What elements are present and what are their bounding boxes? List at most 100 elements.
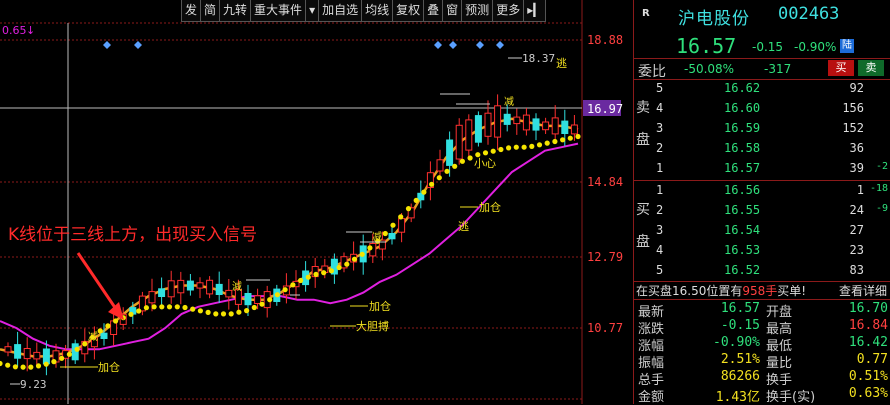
annotation-text: K线位于三线上方，出现买入信号 [8, 225, 257, 245]
ma-dot [336, 264, 342, 271]
ask-row[interactable]: 2 16.58 36 [654, 141, 890, 161]
candle-body[interactable] [398, 218, 406, 233]
candle-body[interactable] [167, 280, 175, 298]
candle-body[interactable] [254, 295, 262, 304]
candle-body[interactable] [474, 115, 482, 143]
bid-row[interactable]: 3 16.54 27 [654, 223, 890, 243]
kline-svg[interactable]: 18.88 16.97 14.84 12.79 10.77 0.65 ↓ 18.… [0, 0, 633, 404]
stats-row: 涨跌 -0.15 最高 16.84 [638, 318, 888, 337]
toolbar-btn-forecast[interactable]: 预测 [461, 0, 494, 22]
ma-dot [290, 282, 296, 288]
candle-body[interactable] [513, 116, 521, 125]
candle-body[interactable] [177, 279, 185, 294]
candle-body[interactable] [186, 280, 194, 291]
bid-row[interactable]: 2 16.55 24 -9 [654, 203, 890, 223]
candle-body[interactable] [158, 288, 166, 297]
candle-body[interactable] [42, 348, 50, 365]
signal-label: 大胆搏 [356, 319, 389, 333]
ask-side-label: 卖盘 [636, 100, 650, 148]
r-mark: R [642, 8, 650, 19]
ask-row[interactable]: 1 16.57 39 -2 [654, 161, 890, 181]
ma-dot [321, 270, 327, 276]
candle-body[interactable] [215, 283, 223, 295]
ask-book: 卖盘 5 16.62 92 4 16.60 156 3 16.59 152 2 16.58 36… [634, 79, 890, 179]
candle-body[interactable] [522, 114, 530, 131]
bid-row[interactable]: 1 16.56 1 -18 [654, 183, 890, 203]
ma-dot [328, 268, 334, 274]
candle-body[interactable] [436, 159, 444, 172]
toolbar-btn-adjust[interactable]: 复权 [392, 0, 425, 22]
ma-dot [282, 287, 288, 293]
candle-body[interactable] [542, 121, 550, 131]
toolbar-btn-fa[interactable]: 发 [181, 0, 202, 22]
candle-body[interactable] [503, 113, 511, 125]
ask-row[interactable]: 3 16.59 152 [654, 121, 890, 141]
candle-body[interactable] [532, 118, 540, 131]
ma-dot [43, 361, 49, 367]
candle-body[interactable] [148, 291, 156, 304]
low-label: 9.23 [20, 378, 47, 391]
indicator-value: 0.65 [2, 24, 27, 37]
toolbar-collapse-icon[interactable]: ▸▎ [523, 0, 547, 22]
candle-body[interactable] [446, 139, 454, 166]
ma-dot [305, 274, 311, 280]
high-label: 18.37 [522, 52, 555, 65]
toolbar-btn-overlay[interactable]: 叠 [423, 0, 444, 22]
candle-body[interactable] [570, 124, 578, 135]
ma-dot [82, 341, 88, 347]
ask-row[interactable]: 5 16.62 92 [654, 81, 890, 101]
toolbar-btn-ma[interactable]: 均线 [361, 0, 394, 22]
signal-label: 加仓 [479, 200, 501, 214]
bid-row[interactable]: 4 16.53 23 [654, 243, 890, 263]
candle-body[interactable] [4, 346, 12, 353]
buy-button[interactable]: 买 [828, 60, 854, 76]
candle-body[interactable] [225, 289, 233, 298]
candle-body[interactable] [206, 279, 214, 295]
ma-dot [382, 230, 388, 237]
candle-body[interactable] [196, 282, 204, 289]
ma-dot [182, 304, 188, 311]
signal-label: 減 [232, 280, 242, 293]
candle-body[interactable] [388, 233, 396, 240]
toolbar-btn-jian[interactable]: 简 [200, 0, 221, 22]
candle-body[interactable] [465, 119, 473, 151]
ma-dot [28, 364, 34, 370]
order-ratio-row: 委比 -50.08% -317 买 卖 [634, 58, 890, 80]
ma-dot [490, 148, 496, 154]
toolbar-btn-add-watchlist[interactable]: 加自选 [318, 0, 363, 22]
candle-body[interactable] [494, 105, 502, 138]
stats-row: 振幅 2.51% 量比 0.77 [638, 352, 888, 371]
sell-button[interactable]: 卖 [858, 60, 884, 76]
candle-body[interactable] [484, 112, 492, 137]
candle-body[interactable] [100, 332, 108, 340]
ma-dot [97, 328, 103, 334]
ma-dot [128, 311, 134, 317]
axis-tick: 12.79 [587, 250, 623, 264]
signal-label: 逃 [458, 220, 469, 233]
ma-dot [459, 158, 465, 164]
candle-body[interactable] [14, 344, 22, 359]
candle-body[interactable] [551, 117, 559, 135]
ma-dot [506, 145, 512, 151]
ma-dot [174, 304, 180, 310]
candle-body[interactable] [23, 348, 31, 360]
ma-dot [213, 311, 219, 317]
toolbar-btn-major-events[interactable]: 重大事件 [250, 0, 307, 22]
stock-name: 沪电股份 [678, 9, 750, 29]
ma-dot [105, 323, 111, 329]
candle-body[interactable] [455, 124, 463, 160]
candle-body[interactable] [33, 351, 41, 360]
ma-dot [159, 304, 165, 310]
view-detail-link[interactable]: 查看详细 [839, 282, 887, 299]
ma-dot [421, 189, 427, 195]
ma-dot [59, 355, 65, 361]
toolbar-btn-window[interactable]: 窗 [442, 0, 463, 22]
toolbar-dropdown-icon[interactable]: ▾ [305, 0, 320, 22]
toolbar-btn-more[interactable]: 更多 [492, 0, 525, 22]
candle-body[interactable] [561, 120, 569, 134]
toolbar-btn-jiuzhuan[interactable]: 九转 [219, 0, 252, 22]
bid-row[interactable]: 5 16.52 83 [654, 263, 890, 283]
kline-chart[interactable]: 18.88 16.97 14.84 12.79 10.77 0.65 ↓ 18.… [0, 0, 633, 404]
candle-body[interactable] [244, 293, 252, 306]
ask-row[interactable]: 4 16.60 156 [654, 101, 890, 121]
